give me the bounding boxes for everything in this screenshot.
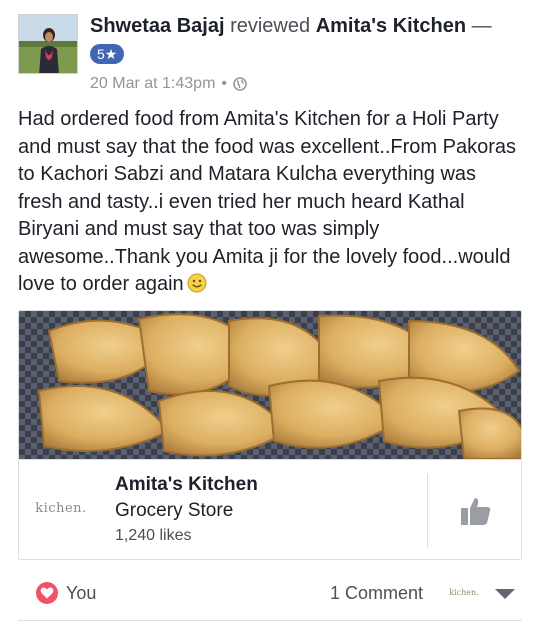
avatar[interactable]	[18, 14, 78, 74]
header-text: Shwetaa Bajaj reviewed Amita's Kitchen —…	[90, 12, 520, 94]
post-header: Shwetaa Bajaj reviewed Amita's Kitchen —…	[18, 12, 522, 102]
divider	[18, 620, 522, 621]
card-page-name[interactable]: Amita's Kitchen	[115, 474, 258, 496]
page-category: Grocery Store	[115, 500, 234, 521]
title-line: Shwetaa Bajaj reviewed Amita's Kitchen —	[90, 12, 520, 40]
rating-badge: 5★	[90, 44, 125, 64]
reactor-name: You	[66, 582, 97, 603]
dash: —	[471, 15, 492, 37]
action-text: reviewed	[230, 15, 311, 37]
review-text: Had ordered food from Amita's Kitchen fo…	[18, 106, 524, 299]
like-page-button[interactable]	[427, 474, 521, 548]
food-photo[interactable]	[19, 311, 522, 459]
post-meta: 20 Mar at 1:43pm •	[90, 74, 520, 94]
post-footer: You 1 Comment kichen.	[18, 568, 522, 621]
heart-icon	[36, 582, 58, 604]
page-logo[interactable]: kichen.	[29, 480, 93, 536]
review-body: Had ordered food from Amita's Kitchen fo…	[18, 108, 517, 295]
chevron-down-icon[interactable]	[494, 588, 516, 600]
globe-icon	[233, 77, 247, 91]
separator: •	[221, 75, 228, 92]
smiley-icon	[187, 273, 207, 293]
reaction-summary[interactable]: You	[36, 582, 96, 604]
author-name[interactable]: Shwetaa Bajaj	[90, 15, 225, 37]
page-likes-count: 1,240 likes	[115, 527, 192, 544]
page-logo-text: kichen.	[35, 500, 87, 516]
comment-count[interactable]: 1 Comment	[330, 583, 423, 604]
reviewed-page-name[interactable]: Amita's Kitchen	[316, 15, 466, 37]
page-info-row: kichen. Amita's Kitchen Grocery Store 1,…	[19, 459, 521, 559]
page-card[interactable]: kichen. Amita's Kitchen Grocery Store 1,…	[18, 310, 522, 560]
commenter-avatar[interactable]: kichen.	[449, 582, 478, 602]
timestamp[interactable]: 20 Mar at 1:43pm	[90, 74, 215, 94]
thumbs-up-icon	[460, 498, 490, 525]
